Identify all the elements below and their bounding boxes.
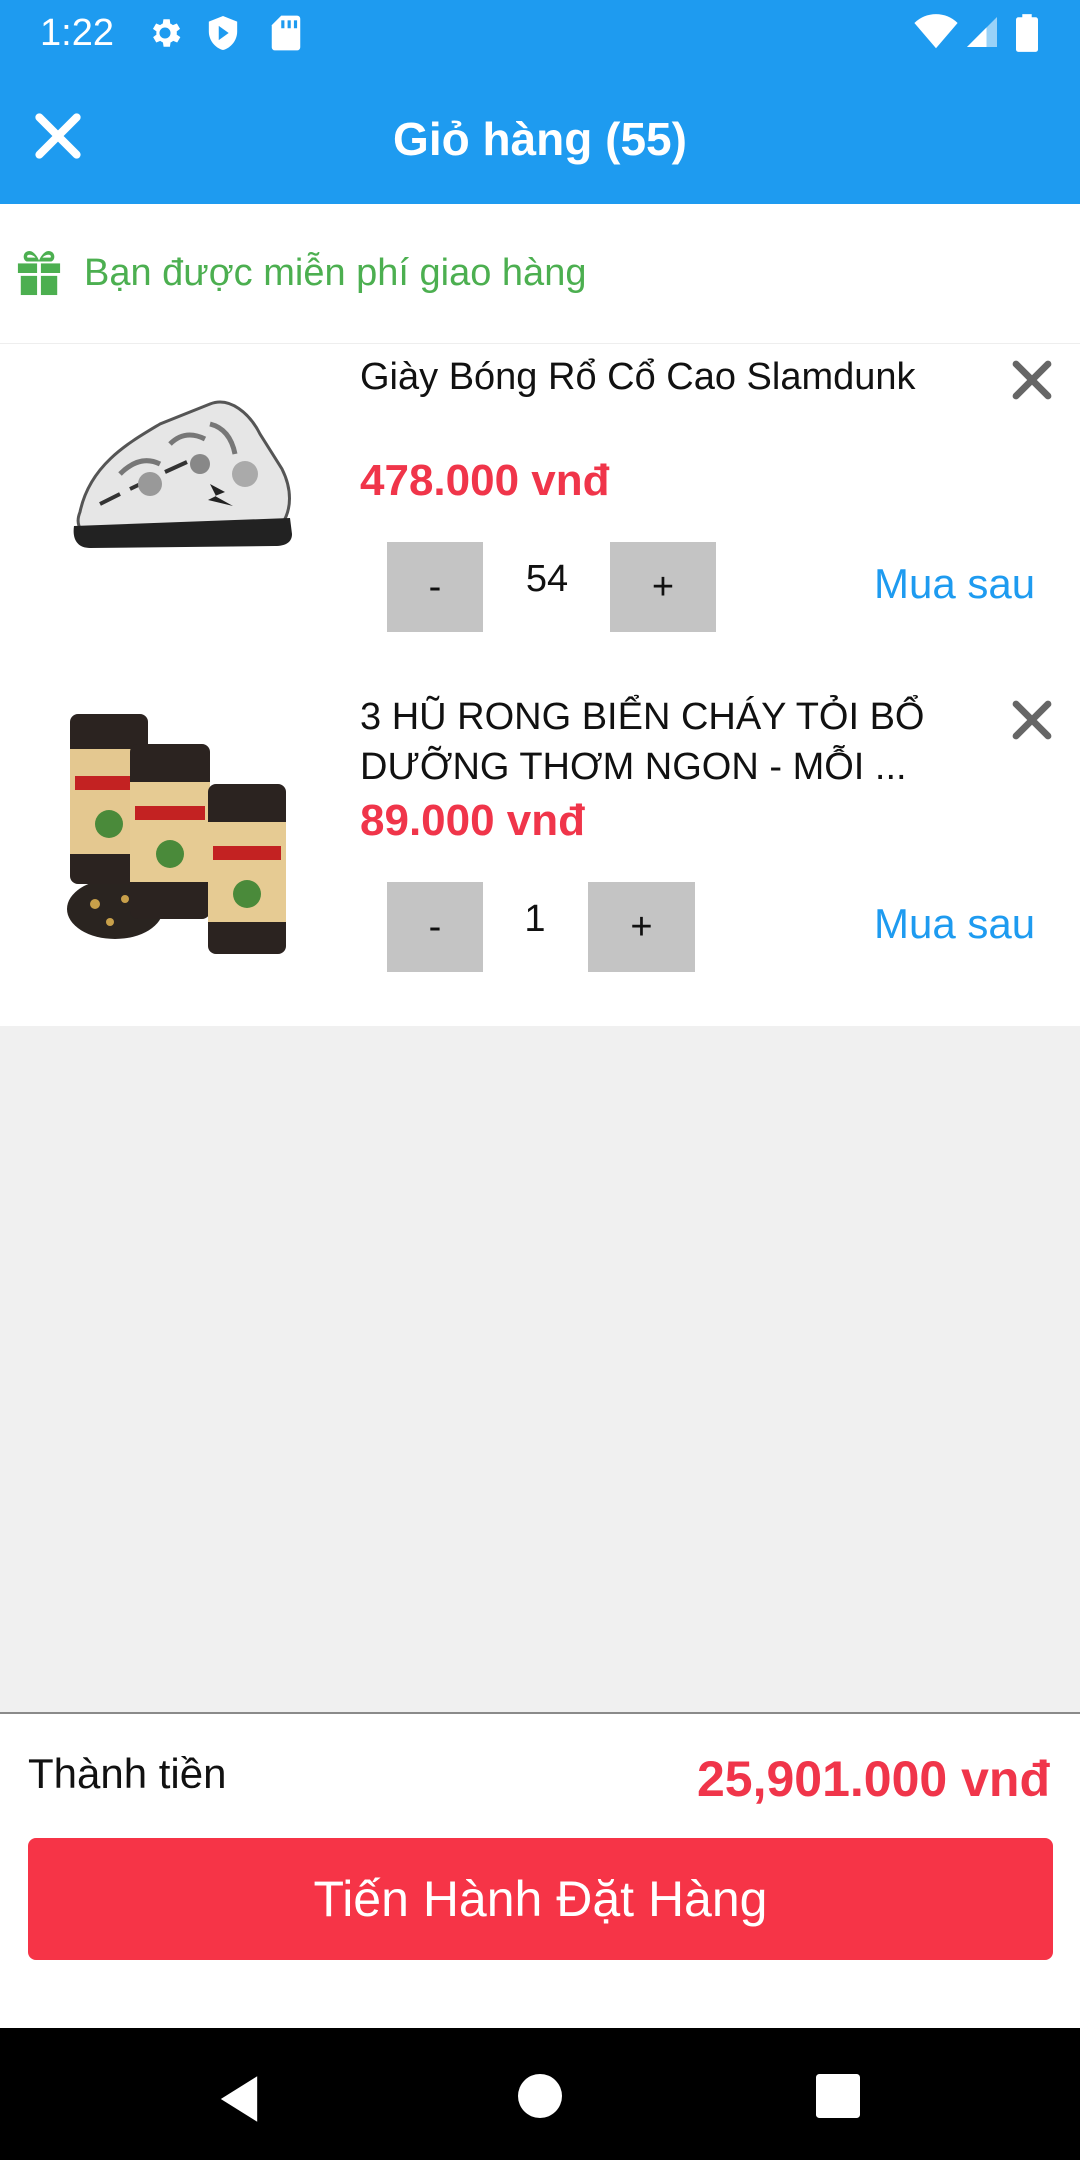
wifi-icon bbox=[914, 14, 958, 49]
free-shipping-text: Bạn được miễn phí giao hàng bbox=[84, 252, 587, 294]
cart-item: Giày Bóng Rổ Cổ Cao Slamdunk 478.000 vnđ… bbox=[0, 344, 1080, 684]
cart-item: 3 HŨ RONG BIỂN CHÁY TỎI BỔ DƯỠNG THƠM NG… bbox=[0, 684, 1080, 1024]
navigation-bar bbox=[0, 2028, 1080, 2160]
product-name: 3 HŨ RONG BIỂN CHÁY TỎI BỔ DƯỠNG THƠM NG… bbox=[360, 696, 925, 788]
decrement-button[interactable]: - bbox=[387, 542, 483, 632]
recents-icon[interactable] bbox=[816, 2074, 860, 2118]
cart-screen: 1:22 Giỏ hàng (55) Bạn được miễn phí gia… bbox=[0, 0, 1080, 2160]
product-name: Giày Bóng Rổ Cổ Cao Slamdunk bbox=[360, 356, 916, 398]
gear-icon bbox=[152, 19, 181, 47]
increment-button[interactable]: + bbox=[610, 542, 716, 632]
product-price: 478.000 vnđ bbox=[360, 456, 610, 505]
app-header: Giỏ hàng (55) bbox=[0, 68, 1080, 204]
product-price: 89.000 vnđ bbox=[360, 796, 586, 845]
home-icon[interactable] bbox=[518, 2074, 562, 2118]
gift-icon bbox=[17, 250, 61, 296]
buy-later-link[interactable]: Mua sau bbox=[874, 900, 1035, 948]
battery-icon bbox=[1016, 14, 1038, 52]
free-shipping-banner: Bạn được miễn phí giao hàng bbox=[0, 204, 1080, 344]
buy-later-link[interactable]: Mua sau bbox=[874, 560, 1035, 608]
quantity-value[interactable]: 1 bbox=[490, 898, 580, 941]
sd-card-icon bbox=[271, 15, 301, 51]
total-value: 25,901.000 vnđ bbox=[696, 1751, 1050, 1807]
status-bar: 1:22 bbox=[0, 0, 1080, 68]
quantity-value[interactable]: 54 bbox=[497, 558, 597, 601]
remove-item-icon[interactable] bbox=[1008, 696, 1056, 744]
status-time: 1:22 bbox=[40, 12, 114, 54]
checkout-button[interactable]: Tiến Hành Đặt Hàng bbox=[28, 1838, 1053, 1960]
total-label: Thành tiền bbox=[28, 1750, 227, 1797]
cart-list: Giày Bóng Rổ Cổ Cao Slamdunk 478.000 vnđ… bbox=[0, 344, 1080, 1026]
back-icon[interactable] bbox=[216, 2074, 262, 2124]
product-image-seaweed-jars[interactable] bbox=[60, 704, 300, 964]
shield-icon bbox=[208, 16, 238, 50]
remove-item-icon[interactable] bbox=[1008, 356, 1056, 404]
checkout-footer: Thành tiền 25,901.000 vnđ Tiến Hành Đặt … bbox=[0, 1712, 1080, 2028]
page-title: Giỏ hàng (55) bbox=[393, 113, 687, 165]
product-image-sneaker[interactable] bbox=[60, 364, 300, 624]
increment-button[interactable]: + bbox=[588, 882, 695, 972]
signal-icon bbox=[967, 17, 997, 47]
decrement-button[interactable]: - bbox=[387, 882, 483, 972]
